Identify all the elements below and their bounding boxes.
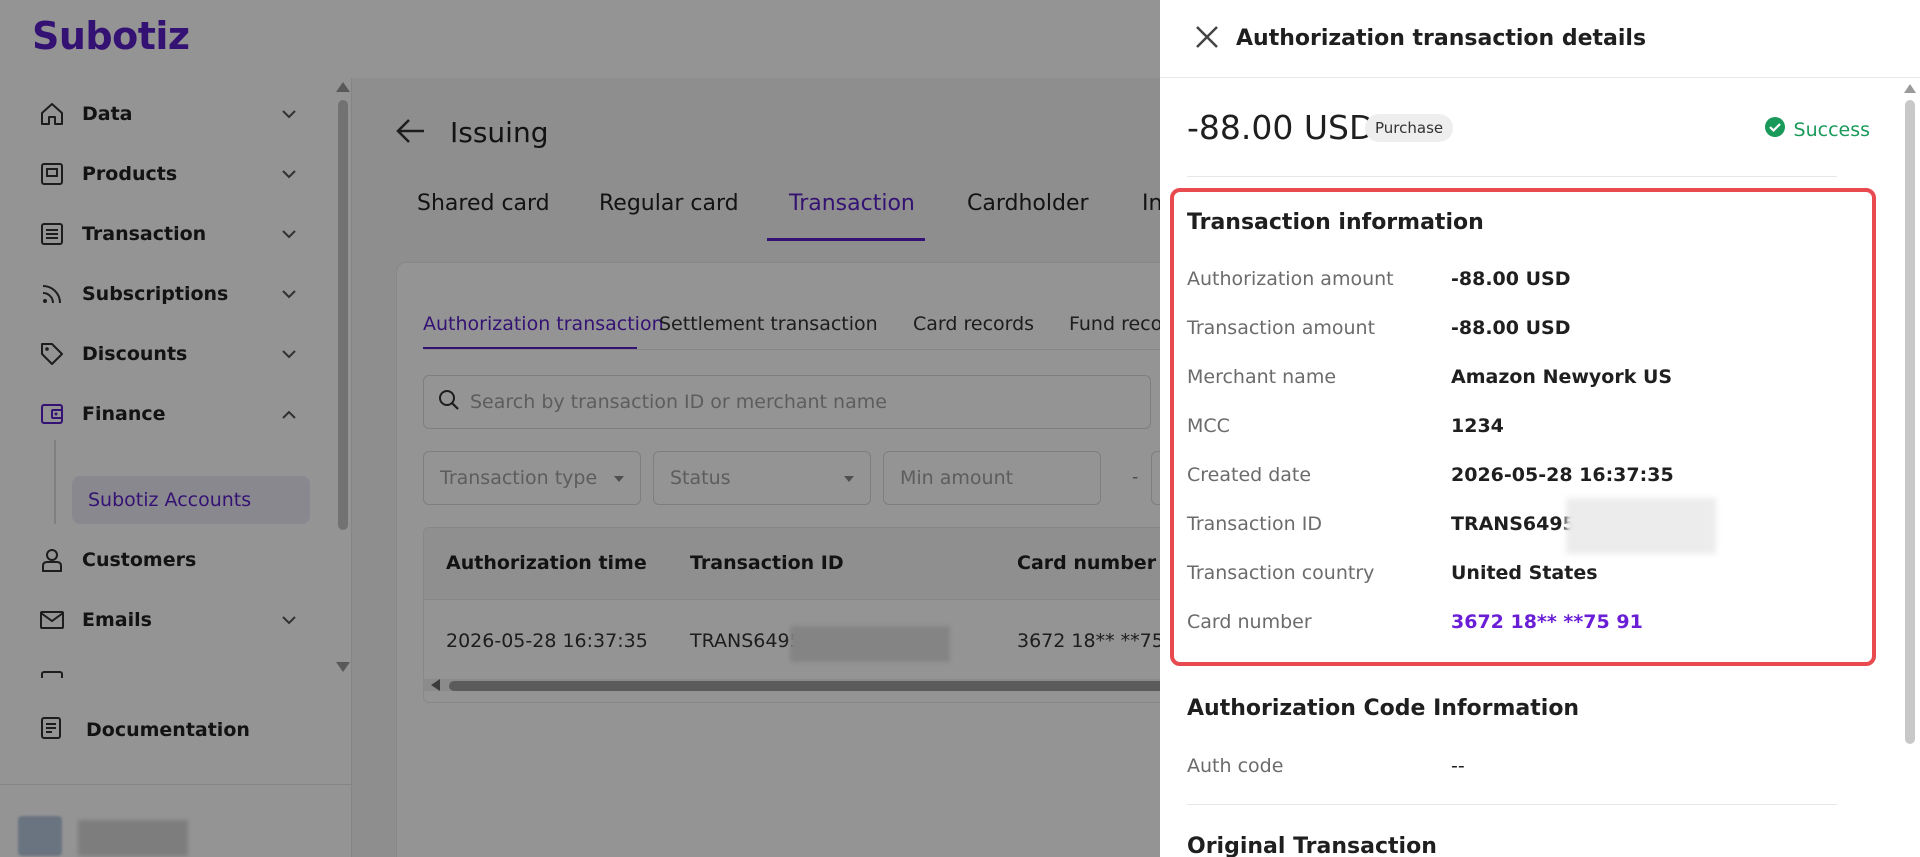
value-transaction-country: United States	[1451, 562, 1598, 584]
label-authorization-amount: Authorization amount	[1187, 268, 1394, 290]
label-merchant-name: Merchant name	[1187, 366, 1337, 388]
drawer-scrollbar[interactable]	[1902, 80, 1918, 857]
section-title-transaction-information: Transaction information	[1187, 210, 1484, 235]
value-merchant-name: Amazon Newyork US	[1451, 366, 1673, 388]
drawer-header: Authorization transaction details	[1160, 0, 1920, 78]
card-number-link[interactable]: 3672 18** **75 91	[1451, 611, 1643, 633]
value-created-date: 2026-05-28 16:37:35	[1451, 464, 1674, 486]
modal-backdrop[interactable]	[0, 0, 1160, 857]
label-card-number: Card number	[1187, 611, 1312, 633]
label-mcc: MCC	[1187, 415, 1230, 437]
value-authorization-amount: -88.00 USD	[1451, 268, 1571, 290]
status-badge: Success	[1764, 116, 1870, 143]
value-auth-code: --	[1451, 755, 1465, 777]
redacted-value	[1566, 498, 1716, 554]
transaction-amount: -88.00 USD	[1187, 108, 1375, 147]
details-drawer: Authorization transaction details -88.00…	[1160, 0, 1920, 857]
highlight-box	[1170, 188, 1876, 666]
divider	[1187, 804, 1837, 805]
section-title-original-transaction: Original Transaction	[1187, 834, 1437, 857]
value-transaction-amount: -88.00 USD	[1451, 317, 1571, 339]
status-text: Success	[1793, 118, 1870, 141]
label-transaction-id: Transaction ID	[1187, 513, 1322, 535]
scroll-up-arrow-icon[interactable]	[1904, 84, 1916, 93]
label-auth-code: Auth code	[1187, 755, 1284, 777]
label-transaction-amount: Transaction amount	[1187, 317, 1376, 339]
section-title-authorization-code: Authorization Code Information	[1187, 696, 1580, 721]
scrollbar-thumb[interactable]	[1905, 100, 1915, 744]
value-mcc: 1234	[1451, 415, 1504, 437]
label-created-date: Created date	[1187, 464, 1312, 486]
transaction-type-tag: Purchase	[1365, 114, 1454, 142]
check-circle-icon	[1764, 116, 1786, 143]
close-icon[interactable]	[1194, 24, 1224, 54]
drawer-title: Authorization transaction details	[1236, 26, 1647, 51]
label-transaction-country: Transaction country	[1187, 562, 1375, 584]
divider	[1187, 176, 1837, 177]
